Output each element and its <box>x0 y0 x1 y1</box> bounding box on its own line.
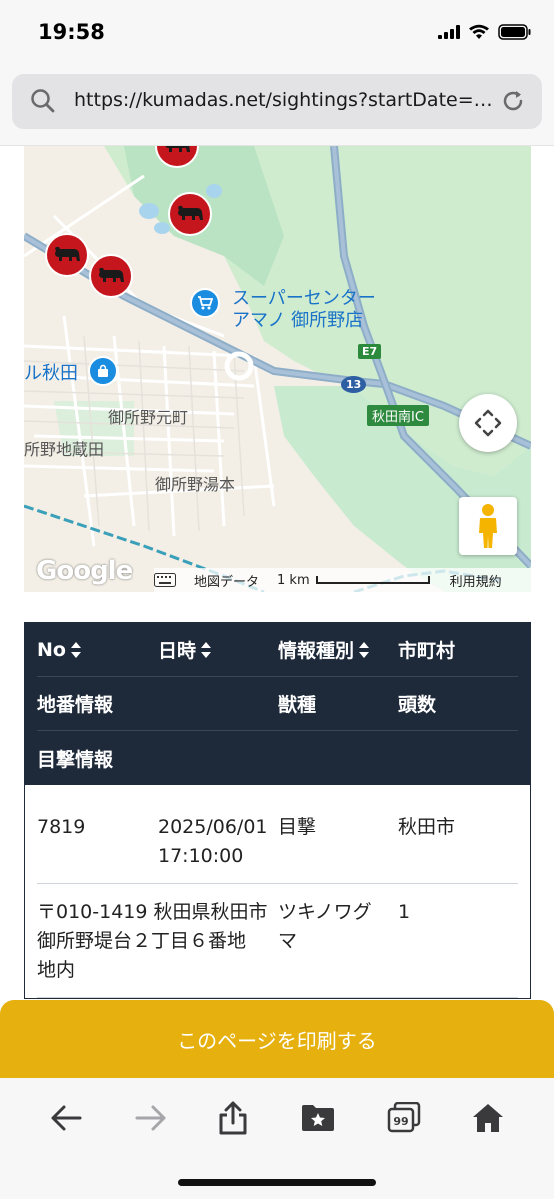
cell-datetime: 2025/06/01 17:10:00 <box>158 813 278 871</box>
table-header: No 日時 情報種別 市町村 地番情報 獣種 頭数 目撃情報 <box>25 623 530 785</box>
home-indicator <box>178 1179 376 1186</box>
bookmark-folder-icon <box>302 1105 334 1131</box>
battery-icon <box>498 24 531 40</box>
sort-icon <box>70 641 81 658</box>
reload-icon[interactable] <box>500 88 526 114</box>
header-row: 目撃情報 <box>37 731 518 785</box>
status-icons <box>438 24 532 40</box>
status-bar: 19:58 <box>0 0 554 66</box>
column-header-label: 市町村 <box>398 640 456 662</box>
poi-akita-label: ル秋田 <box>24 363 78 384</box>
column-header-label: No <box>37 638 66 661</box>
area-label-yumoto: 御所野湯本 <box>155 475 236 494</box>
cell-count: 1 <box>398 901 411 923</box>
pegman-icon <box>479 504 497 548</box>
cell-address-line: 地内 <box>37 959 76 981</box>
table-body: 7819 2025/06/01 17:10:00 目撃 秋田市 〒010-141… <box>25 785 530 998</box>
back-arrow-icon <box>51 1105 82 1131</box>
map-scale-bar <box>315 576 430 584</box>
keyboard-icon[interactable] <box>154 573 176 587</box>
home-icon <box>473 1104 503 1132</box>
shopping-bag-icon <box>98 364 108 377</box>
poi-supercenter-line2: アマノ 御所野店 <box>232 310 364 331</box>
url-text: https://kumadas.net/sightings?startDate=… <box>74 89 504 111</box>
share-button[interactable] <box>211 1098 255 1138</box>
cell-species: ツキノワグ マ <box>278 898 398 985</box>
column-header-no[interactable]: No <box>37 639 158 661</box>
area-label-jizoden: 所野地蔵田 <box>24 440 105 459</box>
print-page-label: このページを印刷する <box>177 1028 377 1053</box>
sort-icon <box>201 641 212 658</box>
column-header-municipality: 市町村 <box>398 636 516 663</box>
column-header-sighting-info: 目撃情報 <box>37 748 114 771</box>
bear-icon <box>99 267 124 282</box>
column-header-datetime[interactable]: 日時 <box>158 636 278 663</box>
shopping-bag-poi[interactable] <box>88 356 118 386</box>
bear-icon <box>178 205 203 220</box>
cell-species-line: ツキノワグ <box>278 901 372 923</box>
back-button[interactable] <box>44 1098 88 1138</box>
cell-address-line: 〒010-1419 秋田県秋田市 <box>37 901 268 923</box>
forward-button[interactable] <box>129 1098 173 1138</box>
cell-address: 〒010-1419 秋田県秋田市 御所野堤台２丁目６番地 地内 <box>37 898 278 985</box>
bear-sighting-marker[interactable] <box>45 233 89 277</box>
cell-municipality: 秋田市 <box>398 816 456 838</box>
tabs-icon: 99 <box>387 1102 421 1133</box>
bear-sighting-marker[interactable] <box>89 254 133 298</box>
column-header-species: 獣種 <box>278 694 317 716</box>
search-icon <box>31 89 55 113</box>
shopping-cart-icon <box>198 296 213 310</box>
status-time: 19:58 <box>38 20 105 44</box>
sort-icon <box>359 641 370 658</box>
column-header-label: 日時 <box>158 640 197 662</box>
svg-text:99: 99 <box>393 1115 408 1128</box>
table-row[interactable]: 7819 2025/06/01 17:10:00 目撃 秋田市 <box>37 785 518 884</box>
signal-icon <box>438 25 460 39</box>
road-badge-e7: E7 <box>358 344 382 359</box>
column-header-address: 地番情報 <box>37 694 114 716</box>
wifi-icon <box>469 24 489 39</box>
map-fullscreen-button[interactable] <box>459 394 517 452</box>
tabs-button[interactable]: 99 <box>382 1098 426 1138</box>
area-label-motomachi: 御所野元町 <box>108 408 189 427</box>
home-button[interactable] <box>466 1098 510 1138</box>
fullscreen-icon <box>474 409 502 437</box>
share-icon <box>219 1101 247 1135</box>
forward-arrow-icon <box>135 1105 166 1131</box>
browser-address-area: https://kumadas.net/sightings?startDate=… <box>0 66 554 146</box>
header-row: 地番情報 獣種 頭数 <box>37 677 518 731</box>
column-header-count: 頭数 <box>398 694 437 716</box>
cell-info-type: 目撃 <box>278 816 317 838</box>
print-page-button[interactable]: このページを印刷する <box>0 1000 554 1078</box>
bookmarks-button[interactable] <box>296 1098 340 1138</box>
bear-icon <box>165 146 190 152</box>
cell-address-line: 御所野堤台２丁目６番地 <box>37 930 247 952</box>
sightings-map[interactable]: スーパーセンター アマノ 御所野店 ル秋田 御所野元町 所野地蔵田 御所野湯本 … <box>24 146 531 592</box>
column-header-info-type[interactable]: 情報種別 <box>278 636 398 663</box>
map-scale-label: 1 km <box>277 572 310 588</box>
cell-no: 7819 <box>37 816 86 838</box>
google-logo: Google <box>36 556 133 586</box>
bear-icon <box>55 246 80 261</box>
street-view-pegman-button[interactable] <box>459 497 517 555</box>
poi-supercenter-label: スーパーセンター アマノ 御所野店 <box>232 288 376 332</box>
sightings-table: No 日時 情報種別 市町村 地番情報 獣種 頭数 目撃情報 7819 2025… <box>24 622 531 999</box>
map-terms-link[interactable]: 利用規約 <box>450 571 502 590</box>
ic-label: 秋田南IC <box>367 405 429 426</box>
map-data-link[interactable]: 地図データ <box>194 571 259 590</box>
cell-time: 17:10:00 <box>158 845 244 867</box>
column-header-label: 情報種別 <box>278 640 355 662</box>
cell-date: 2025/06/01 <box>158 816 268 838</box>
poi-supercenter-line1: スーパーセンター <box>232 288 376 309</box>
bear-sighting-marker[interactable] <box>168 192 212 236</box>
table-row[interactable]: 〒010-1419 秋田県秋田市 御所野堤台２丁目６番地 地内 ツキノワグ マ … <box>37 884 518 998</box>
header-row: No 日時 情報種別 市町村 <box>37 623 518 677</box>
map-footer: 地図データ 1 km 利用規約 <box>154 568 531 592</box>
shopping-cart-poi[interactable] <box>190 288 220 318</box>
cell-species-line: マ <box>278 930 298 952</box>
address-bar[interactable]: https://kumadas.net/sightings?startDate=… <box>12 74 542 129</box>
